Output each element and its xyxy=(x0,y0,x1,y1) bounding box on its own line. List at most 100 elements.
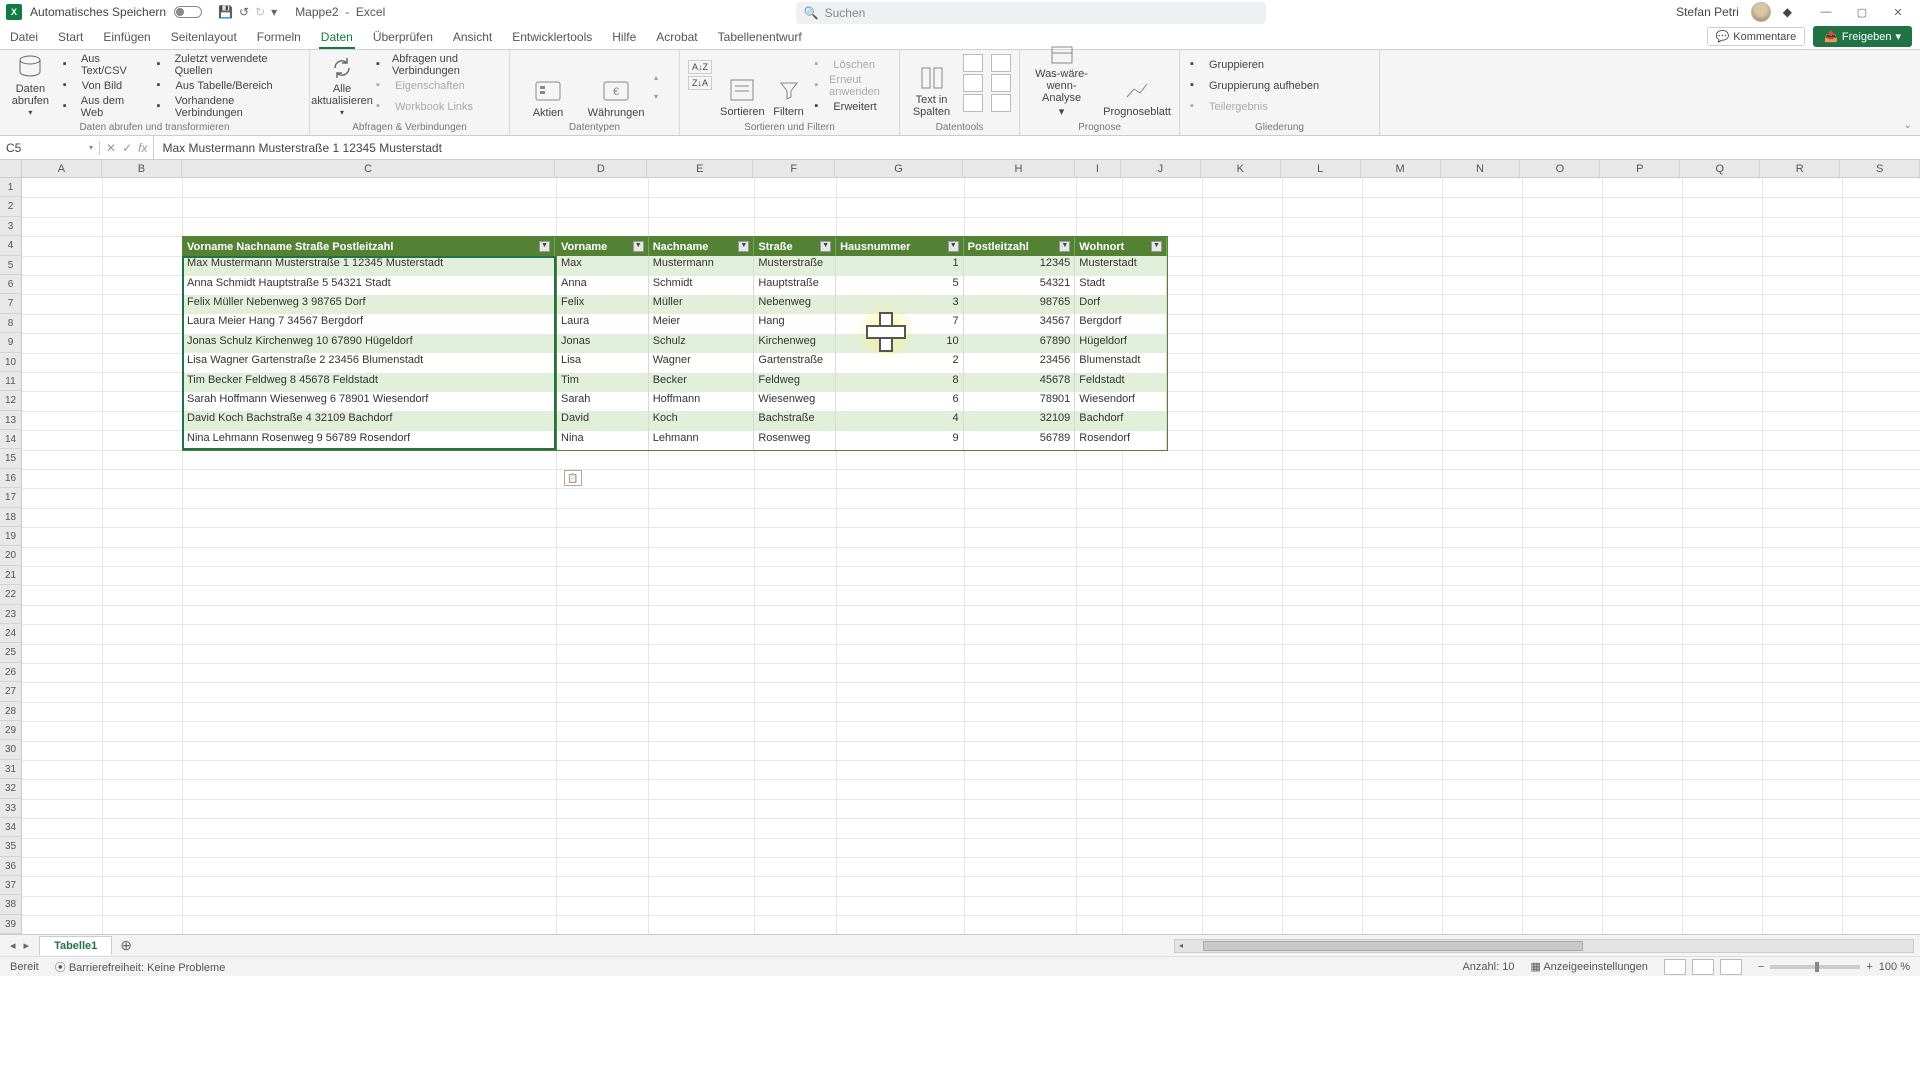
text-to-columns-button[interactable]: Text in Spalten xyxy=(908,54,955,118)
row-header[interactable]: 30 xyxy=(0,740,21,759)
row-header[interactable]: 16 xyxy=(0,469,21,488)
table-row[interactable]: MaxMustermannMusterstraße112345Mustersta… xyxy=(557,256,1167,275)
row-header[interactable]: 11 xyxy=(0,372,21,391)
refresh-all-button[interactable]: Alle aktualisieren ▾ xyxy=(318,54,366,118)
row-header[interactable]: 22 xyxy=(0,585,21,604)
filter-dropdown-icon[interactable]: ▼ xyxy=(948,241,959,252)
row-header[interactable]: 19 xyxy=(0,527,21,546)
row-header[interactable]: 14 xyxy=(0,430,21,449)
get-data-button[interactable]: Daten abrufen ▾ xyxy=(8,54,53,118)
hscrollbar[interactable]: ◂ xyxy=(1174,939,1914,953)
row-header[interactable]: 5 xyxy=(0,256,21,275)
relations-icon[interactable] xyxy=(991,74,1011,92)
filter-dropdown-icon[interactable]: ▼ xyxy=(633,241,644,252)
row-header[interactable]: 31 xyxy=(0,760,21,779)
search-input[interactable]: 🔍 Suchen xyxy=(796,2,1266,24)
table-row[interactable]: Lisa Wagner Gartenstraße 2 23456 Blumens… xyxy=(183,353,555,372)
table-row[interactable]: SarahHoffmannWiesenweg678901Wiesendorf xyxy=(557,392,1167,411)
table-row[interactable]: AnnaSchmidtHauptstraße554321Stadt xyxy=(557,276,1167,295)
row-header[interactable]: 23 xyxy=(0,605,21,624)
display-settings[interactable]: ▦ Anzeigeeinstellungen xyxy=(1530,960,1647,973)
currencies-button[interactable]: € Währungen xyxy=(582,55,650,119)
table-header[interactable]: Vorname▼ xyxy=(557,237,649,256)
zoom-in-icon[interactable]: + xyxy=(1866,961,1872,973)
tab-hilfe[interactable]: Hilfe xyxy=(610,26,638,49)
row-header[interactable]: 25 xyxy=(0,643,21,662)
comments-button[interactable]: 💬 Kommentare xyxy=(1707,27,1806,46)
tab-überprüfen[interactable]: Überprüfen xyxy=(371,26,435,49)
table-row[interactable]: Felix Müller Nebenweg 3 98765 Dorf xyxy=(183,295,555,314)
row-header[interactable]: 37 xyxy=(0,876,21,895)
tab-seitenlayout[interactable]: Seitenlayout xyxy=(169,26,239,49)
autosave-toggle[interactable] xyxy=(174,6,202,18)
row-header[interactable]: 21 xyxy=(0,566,21,585)
row-header[interactable]: 34 xyxy=(0,818,21,837)
zoom-out-icon[interactable]: − xyxy=(1758,961,1764,973)
tab-start[interactable]: Start xyxy=(56,26,85,49)
table-row[interactable]: Anna Schmidt Hauptstraße 5 54321 Stadt xyxy=(183,276,555,295)
remove-dup-icon[interactable] xyxy=(963,74,983,92)
tab-datei[interactable]: Datei xyxy=(8,26,40,49)
table-row[interactable]: Max Mustermann Musterstraße 1 12345 Must… xyxy=(183,256,555,275)
row-header[interactable]: 13 xyxy=(0,411,21,430)
select-all-corner[interactable] xyxy=(0,160,22,177)
row-header[interactable]: 8 xyxy=(0,314,21,333)
col-header[interactable]: H xyxy=(963,160,1075,177)
diamond-icon[interactable]: ◆ xyxy=(1783,5,1792,19)
col-header[interactable]: Q xyxy=(1680,160,1760,177)
name-box[interactable]: C5▾ xyxy=(0,141,100,155)
table-row[interactable]: David Koch Bachstraße 4 32109 Bachdorf xyxy=(183,411,555,430)
close-icon[interactable]: ✕ xyxy=(1882,6,1914,19)
tab-einfügen[interactable]: Einfügen xyxy=(101,26,152,49)
table-header[interactable]: Hausnummer▼ xyxy=(836,237,964,256)
validation-icon[interactable] xyxy=(963,94,983,112)
col-header[interactable]: A xyxy=(22,160,102,177)
undo-icon[interactable]: ↺ xyxy=(239,5,249,19)
collapse-ribbon-icon[interactable]: ⌄ xyxy=(1904,120,1912,131)
save-icon[interactable]: 💾 xyxy=(218,5,233,19)
scroll-up-icon[interactable]: ▴ xyxy=(654,73,658,82)
row-header[interactable]: 2 xyxy=(0,197,21,216)
tab-ansicht[interactable]: Ansicht xyxy=(451,26,494,49)
table-header[interactable]: Vorname Nachname Straße Postleitzahl▼ xyxy=(183,237,555,256)
row-header[interactable]: 7 xyxy=(0,294,21,313)
col-header[interactable]: F xyxy=(753,160,835,177)
stocks-button[interactable]: Aktien xyxy=(518,55,578,119)
table-row[interactable]: LauraMeierHang734567Bergdorf xyxy=(557,314,1167,333)
view-normal-icon[interactable] xyxy=(1664,959,1686,975)
filter-dropdown-icon[interactable]: ▼ xyxy=(820,241,831,252)
paste-options-icon[interactable]: 📋 xyxy=(564,470,582,486)
fx-icon[interactable]: fx xyxy=(138,141,147,155)
table-header[interactable]: Straße▼ xyxy=(754,237,836,256)
table-row[interactable]: NinaLehmannRosenweg956789Rosendorf xyxy=(557,431,1167,450)
table-row[interactable]: Jonas Schulz Kirchenweg 10 67890 Hügeldo… xyxy=(183,334,555,353)
scroll-down-icon[interactable]: ▾ xyxy=(654,92,658,101)
col-header[interactable]: B xyxy=(102,160,182,177)
col-header[interactable]: R xyxy=(1760,160,1840,177)
row-header[interactable]: 32 xyxy=(0,779,21,798)
row-header[interactable]: 20 xyxy=(0,546,21,565)
row-header[interactable]: 15 xyxy=(0,449,21,468)
maximize-icon[interactable]: ▢ xyxy=(1846,6,1878,19)
row-header[interactable]: 35 xyxy=(0,837,21,856)
filter-dropdown-icon[interactable]: ▼ xyxy=(738,241,749,252)
cancel-fx-icon[interactable]: ✕ xyxy=(106,141,116,155)
minimize-icon[interactable]: — xyxy=(1810,6,1842,19)
row-header[interactable]: 36 xyxy=(0,857,21,876)
row-header[interactable]: 3 xyxy=(0,217,21,236)
col-header[interactable]: J xyxy=(1121,160,1201,177)
col-header[interactable]: N xyxy=(1441,160,1521,177)
col-header[interactable]: G xyxy=(835,160,963,177)
avatar[interactable] xyxy=(1751,2,1771,22)
table-row[interactable]: LisaWagnerGartenstraße223456Blumenstadt xyxy=(557,353,1167,372)
tab-daten[interactable]: Daten xyxy=(319,26,355,49)
sort-button[interactable]: Sortieren xyxy=(720,54,765,118)
col-header[interactable]: C xyxy=(182,160,556,177)
table-row[interactable]: Sarah Hoffmann Wiesenweg 6 78901 Wiesend… xyxy=(183,392,555,411)
sort-za-icon[interactable]: Z↓A xyxy=(688,76,712,90)
table-row[interactable]: DavidKochBachstraße432109Bachdorf xyxy=(557,411,1167,430)
row-header[interactable]: 33 xyxy=(0,799,21,818)
consolidate-icon[interactable] xyxy=(991,54,1011,72)
ribbon-item[interactable]: ▪Gruppieren xyxy=(1188,56,1321,74)
row-header[interactable]: 29 xyxy=(0,721,21,740)
